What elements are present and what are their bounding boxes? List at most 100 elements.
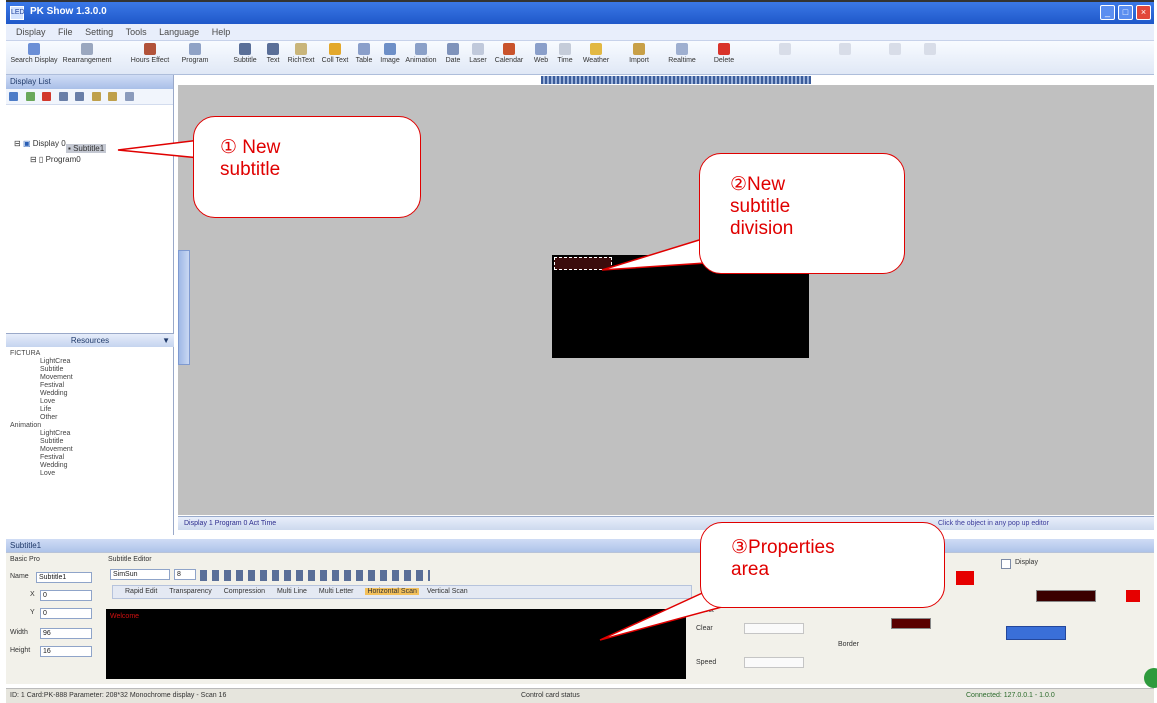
realtime-button[interactable]: Realtime — [664, 43, 700, 73]
tab-multi-letter[interactable]: Multi Letter — [319, 588, 354, 595]
vertical-side-tab[interactable] — [178, 250, 190, 365]
time-button[interactable]: Time — [554, 43, 576, 73]
list-item[interactable]: LightCrea — [10, 430, 160, 438]
tab-horizontal-scan[interactable]: Horizontal Scan — [365, 588, 419, 595]
format-toolbar[interactable] — [200, 570, 430, 581]
editor-text: Welcome — [110, 613, 140, 620]
menu-language[interactable]: Language — [159, 24, 199, 41]
main-toolbar: Search Display Rearrangement Hours Effec… — [6, 41, 1154, 75]
list-item[interactable]: Wedding — [10, 390, 160, 398]
name-label: Name — [10, 573, 29, 580]
list-item[interactable]: Animation — [10, 422, 160, 430]
disabled-tool-4 — [921, 43, 939, 73]
richtext-button[interactable]: RichText — [286, 43, 316, 73]
date-button[interactable]: Date — [442, 43, 464, 73]
list-item[interactable]: Festival — [10, 382, 160, 390]
up-icon[interactable] — [58, 92, 68, 101]
font-select[interactable]: SimSun — [110, 569, 170, 580]
delete-button[interactable]: Delete — [710, 43, 738, 73]
coll-text-button[interactable]: Coll Text — [320, 43, 350, 73]
tab-multi-line[interactable]: Multi Line — [277, 588, 307, 595]
height-field[interactable]: 16 — [40, 646, 92, 657]
basic-tab[interactable]: Basic Pro — [10, 556, 40, 563]
list-item[interactable]: Wedding — [10, 462, 160, 470]
menu-file[interactable]: File — [58, 24, 73, 41]
tab-compression[interactable]: Compression — [224, 588, 265, 595]
tab-vertical-scan[interactable]: Vertical Scan — [427, 588, 468, 595]
list-item[interactable]: Subtitle — [10, 438, 160, 446]
width-label: Width — [10, 629, 28, 636]
add-icon[interactable] — [9, 92, 18, 101]
list-item[interactable]: Subtitle — [10, 366, 160, 374]
subtitle-button[interactable]: Subtitle — [230, 43, 260, 73]
menu-tools[interactable]: Tools — [126, 24, 147, 41]
y-field[interactable]: 0 — [40, 608, 92, 619]
menu-setting[interactable]: Setting — [85, 24, 113, 41]
animation-button[interactable]: Animation — [404, 43, 438, 73]
display-label: Display — [1015, 559, 1038, 566]
list-item[interactable]: Festival — [10, 454, 160, 462]
delete-icon[interactable] — [42, 92, 52, 101]
program-button[interactable]: Program — [176, 43, 214, 73]
tab-rapid-edit[interactable]: Rapid Edit — [125, 588, 157, 595]
list-item[interactable]: Love — [10, 470, 160, 478]
tree-item-display[interactable]: ⊟ ▣ Display 0 — [14, 139, 66, 148]
subtitle-text-editor[interactable]: Welcome — [106, 609, 686, 679]
x-field[interactable]: 0 — [40, 590, 92, 601]
text-button[interactable]: Text — [262, 43, 284, 73]
speed-stepper[interactable] — [1006, 626, 1066, 640]
width-field[interactable]: 96 — [40, 628, 92, 639]
list-item[interactable]: FICTURA — [10, 350, 160, 358]
maximize-icon[interactable]: □ — [1118, 5, 1133, 20]
font-size-select[interactable]: 8 — [174, 569, 196, 580]
image-icon — [384, 43, 396, 55]
panel-title: Display List — [6, 75, 173, 89]
table-button[interactable]: Table — [352, 43, 376, 73]
laser-button[interactable]: Laser — [466, 43, 490, 73]
date-icon — [447, 43, 459, 55]
calendar-button[interactable]: Calendar — [492, 43, 526, 73]
list-item[interactable]: LightCrea — [10, 358, 160, 366]
status-center: Control card status — [521, 692, 580, 699]
list-item[interactable]: Love — [10, 398, 160, 406]
tab-transparency[interactable]: Transparency — [169, 588, 212, 595]
color-swatch-dark[interactable] — [891, 618, 931, 629]
color-swatch-red[interactable] — [956, 571, 974, 585]
menu-display[interactable]: Display — [16, 24, 46, 41]
tool-icon — [889, 43, 901, 55]
rearrangement-button[interactable]: Rearrangement — [62, 43, 112, 73]
list-item[interactable]: Other — [10, 414, 160, 422]
status-right: Connected: 127.0.0.1 - 1.0.0 — [966, 692, 1055, 699]
resources-header[interactable]: Resources ▼ — [6, 333, 174, 347]
hours-effect-button[interactable]: Hours Effect — [130, 43, 170, 73]
background-color-swatch[interactable] — [1126, 590, 1140, 602]
menu-help[interactable]: Help — [212, 24, 231, 41]
web-button[interactable]: Web — [530, 43, 552, 73]
image-button[interactable]: Image — [378, 43, 402, 73]
clear-select[interactable] — [744, 623, 804, 634]
minimize-icon[interactable]: _ — [1100, 5, 1115, 20]
list-item[interactable]: Life — [10, 406, 160, 414]
web-icon — [535, 43, 547, 55]
search-display-button[interactable]: Search Display — [10, 43, 58, 73]
settings-icon[interactable] — [124, 92, 134, 101]
list-item[interactable]: Movement — [10, 374, 160, 382]
background-color-field[interactable] — [1036, 590, 1096, 602]
subtitle-division[interactable] — [554, 257, 612, 270]
copy-icon[interactable] — [91, 92, 101, 101]
weather-button[interactable]: Weather — [578, 43, 614, 73]
tool-icon — [779, 43, 791, 55]
new-icon[interactable] — [25, 92, 35, 101]
speed-select[interactable] — [744, 657, 804, 668]
close-icon[interactable]: × — [1136, 5, 1151, 20]
paste-icon[interactable] — [108, 92, 118, 101]
display-checkbox[interactable] — [1001, 559, 1011, 569]
down-icon[interactable] — [75, 92, 85, 101]
weather-icon — [590, 43, 602, 55]
tree-item-program[interactable]: ⊟ ▯ Program0 — [30, 155, 81, 164]
list-item[interactable]: Movement — [10, 446, 160, 454]
import-button[interactable]: Import — [624, 43, 654, 73]
name-field[interactable]: Subtitle1 — [36, 572, 92, 583]
chevron-down-icon[interactable]: ▼ — [162, 334, 170, 348]
tree-item-subtitle[interactable]: ▪ Subtitle1 — [66, 144, 107, 153]
